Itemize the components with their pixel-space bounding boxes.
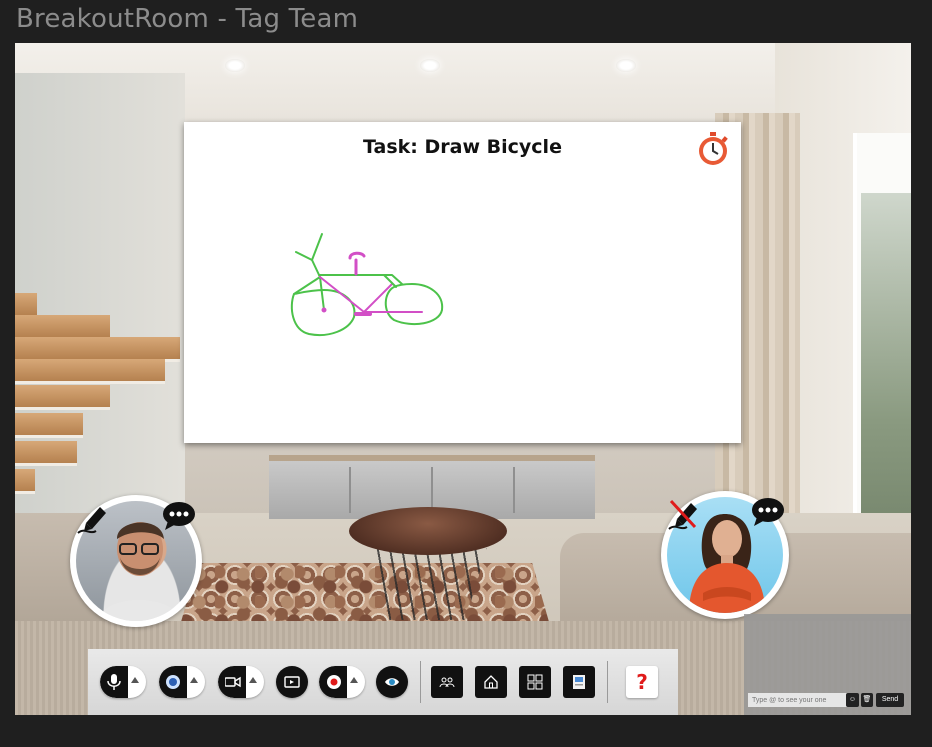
video-camera-icon xyxy=(225,676,241,688)
people-button[interactable] xyxy=(431,666,463,698)
camera-select-button[interactable] xyxy=(159,666,205,698)
task-title: Task: Draw Bicycle xyxy=(363,136,562,158)
chat-input[interactable] xyxy=(748,693,848,707)
people-icon xyxy=(439,677,455,688)
board-icon xyxy=(573,675,585,689)
webcam-icon xyxy=(166,675,180,689)
chat-bubble-icon[interactable] xyxy=(751,497,785,527)
coffee-table xyxy=(349,507,507,555)
home-icon xyxy=(484,675,498,689)
record-icon xyxy=(327,675,341,689)
toolbar-divider xyxy=(607,661,608,703)
window-title: BreakoutRoom - Tag Team xyxy=(16,4,359,34)
emoji-button[interactable]: ☺ xyxy=(846,693,859,707)
chevron-up-icon[interactable] xyxy=(249,677,257,683)
staircase xyxy=(15,293,190,498)
chat-bubble-icon[interactable] xyxy=(162,501,196,531)
stopwatch-icon xyxy=(699,132,728,165)
chevron-up-icon[interactable] xyxy=(190,677,198,683)
ceiling-light xyxy=(225,59,245,72)
microphone-button[interactable] xyxy=(100,666,146,698)
chevron-up-icon[interactable] xyxy=(131,677,139,683)
rooms-button[interactable] xyxy=(519,666,551,698)
chevron-up-icon[interactable] xyxy=(350,677,358,683)
ceiling-light xyxy=(420,59,440,72)
room-scene: Task: Draw Bicycle ? Type @ to see your … xyxy=(15,43,911,715)
screen-share-button[interactable] xyxy=(276,666,308,698)
home-button[interactable] xyxy=(475,666,507,698)
toolbar-divider xyxy=(420,661,421,703)
help-button[interactable]: ? xyxy=(626,666,658,698)
record-button[interactable] xyxy=(319,666,365,698)
video-button[interactable] xyxy=(218,666,264,698)
eye-icon xyxy=(385,678,399,686)
chat-panel: ☺ 🗑 Send xyxy=(744,614,911,715)
send-button[interactable]: Send xyxy=(876,693,904,707)
pen-disabled-icon xyxy=(668,499,697,530)
ceiling-light xyxy=(616,59,636,72)
screen-share-icon xyxy=(284,676,300,688)
microphone-icon xyxy=(107,674,121,690)
view-button[interactable] xyxy=(376,666,408,698)
toolbar: ? xyxy=(88,649,678,715)
whiteboard[interactable]: Task: Draw Bicycle xyxy=(184,122,741,443)
pen-icon xyxy=(77,507,106,534)
delete-button[interactable]: 🗑 xyxy=(861,693,873,707)
board-button[interactable] xyxy=(563,666,595,698)
rooms-icon xyxy=(527,674,543,690)
bicycle-drawing xyxy=(290,233,444,336)
